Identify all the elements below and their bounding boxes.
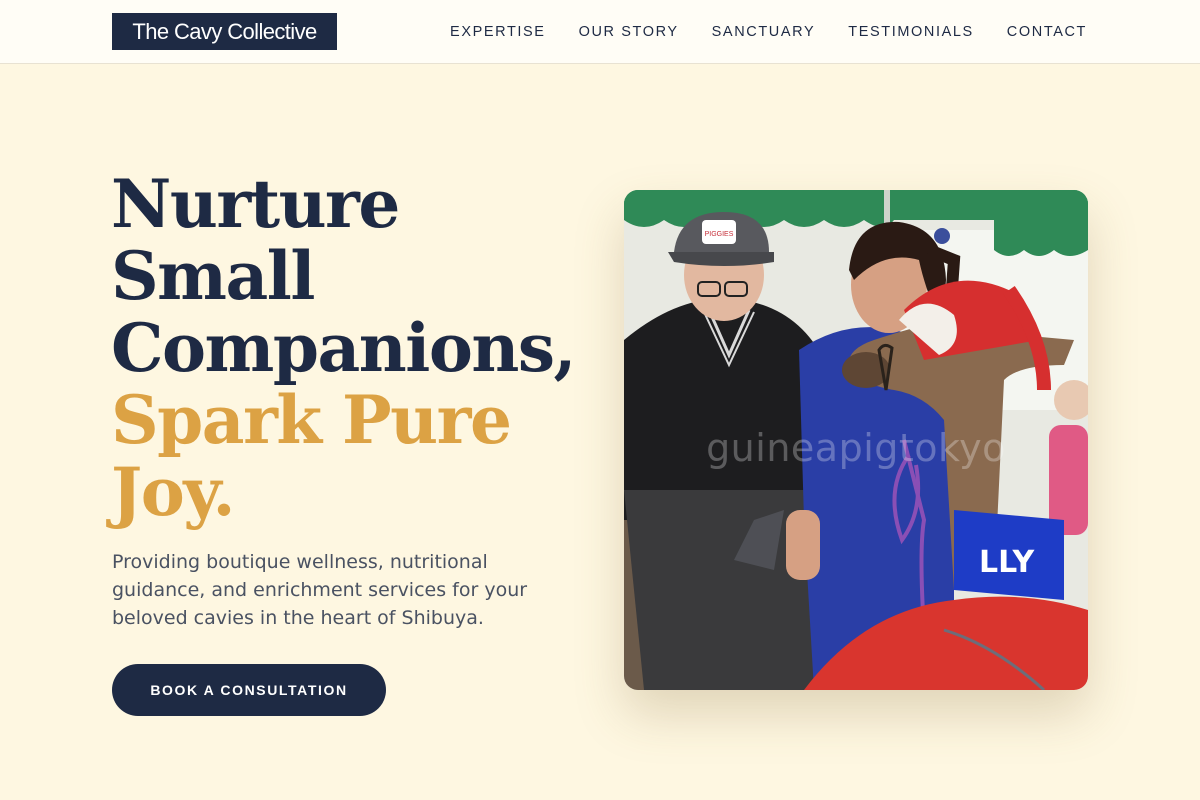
- site-header: The Cavy Collective EXPERTISE OUR STORY …: [0, 0, 1200, 64]
- nav-link-testimonials[interactable]: TESTIMONIALS: [848, 24, 974, 40]
- nav-link-contact[interactable]: CONTACT: [1007, 24, 1087, 40]
- hero-title-line: Nurture: [111, 165, 400, 243]
- nav-link-our-story[interactable]: OUR STORY: [579, 24, 679, 40]
- hero-photo: PIGGIES LLY guineapigtokyo: [624, 190, 1088, 690]
- hero-title: Nurture Small Companions, Spark Pure Joy…: [111, 168, 591, 528]
- jersey-text: LLY: [979, 545, 1036, 580]
- cap-badge: PIGGIES: [705, 231, 734, 238]
- book-consultation-button[interactable]: BOOK A CONSULTATION: [112, 664, 386, 716]
- hero-photo-illustration: PIGGIES LLY: [624, 190, 1088, 690]
- hero-title-line: Small: [111, 237, 315, 315]
- site-logo[interactable]: The Cavy Collective: [112, 13, 337, 50]
- hero-title-line: Companions,: [111, 309, 577, 387]
- main-nav: EXPERTISE OUR STORY SANCTUARY TESTIMONIA…: [450, 0, 1087, 64]
- nav-link-expertise[interactable]: EXPERTISE: [450, 24, 546, 40]
- nav-link-sanctuary[interactable]: SANCTUARY: [712, 24, 816, 40]
- hero-title-accent-line: Joy.: [111, 453, 236, 531]
- hero-subtitle: Providing boutique wellness, nutritional…: [112, 551, 528, 629]
- hero-title-accent-line: Spark Pure: [111, 381, 512, 459]
